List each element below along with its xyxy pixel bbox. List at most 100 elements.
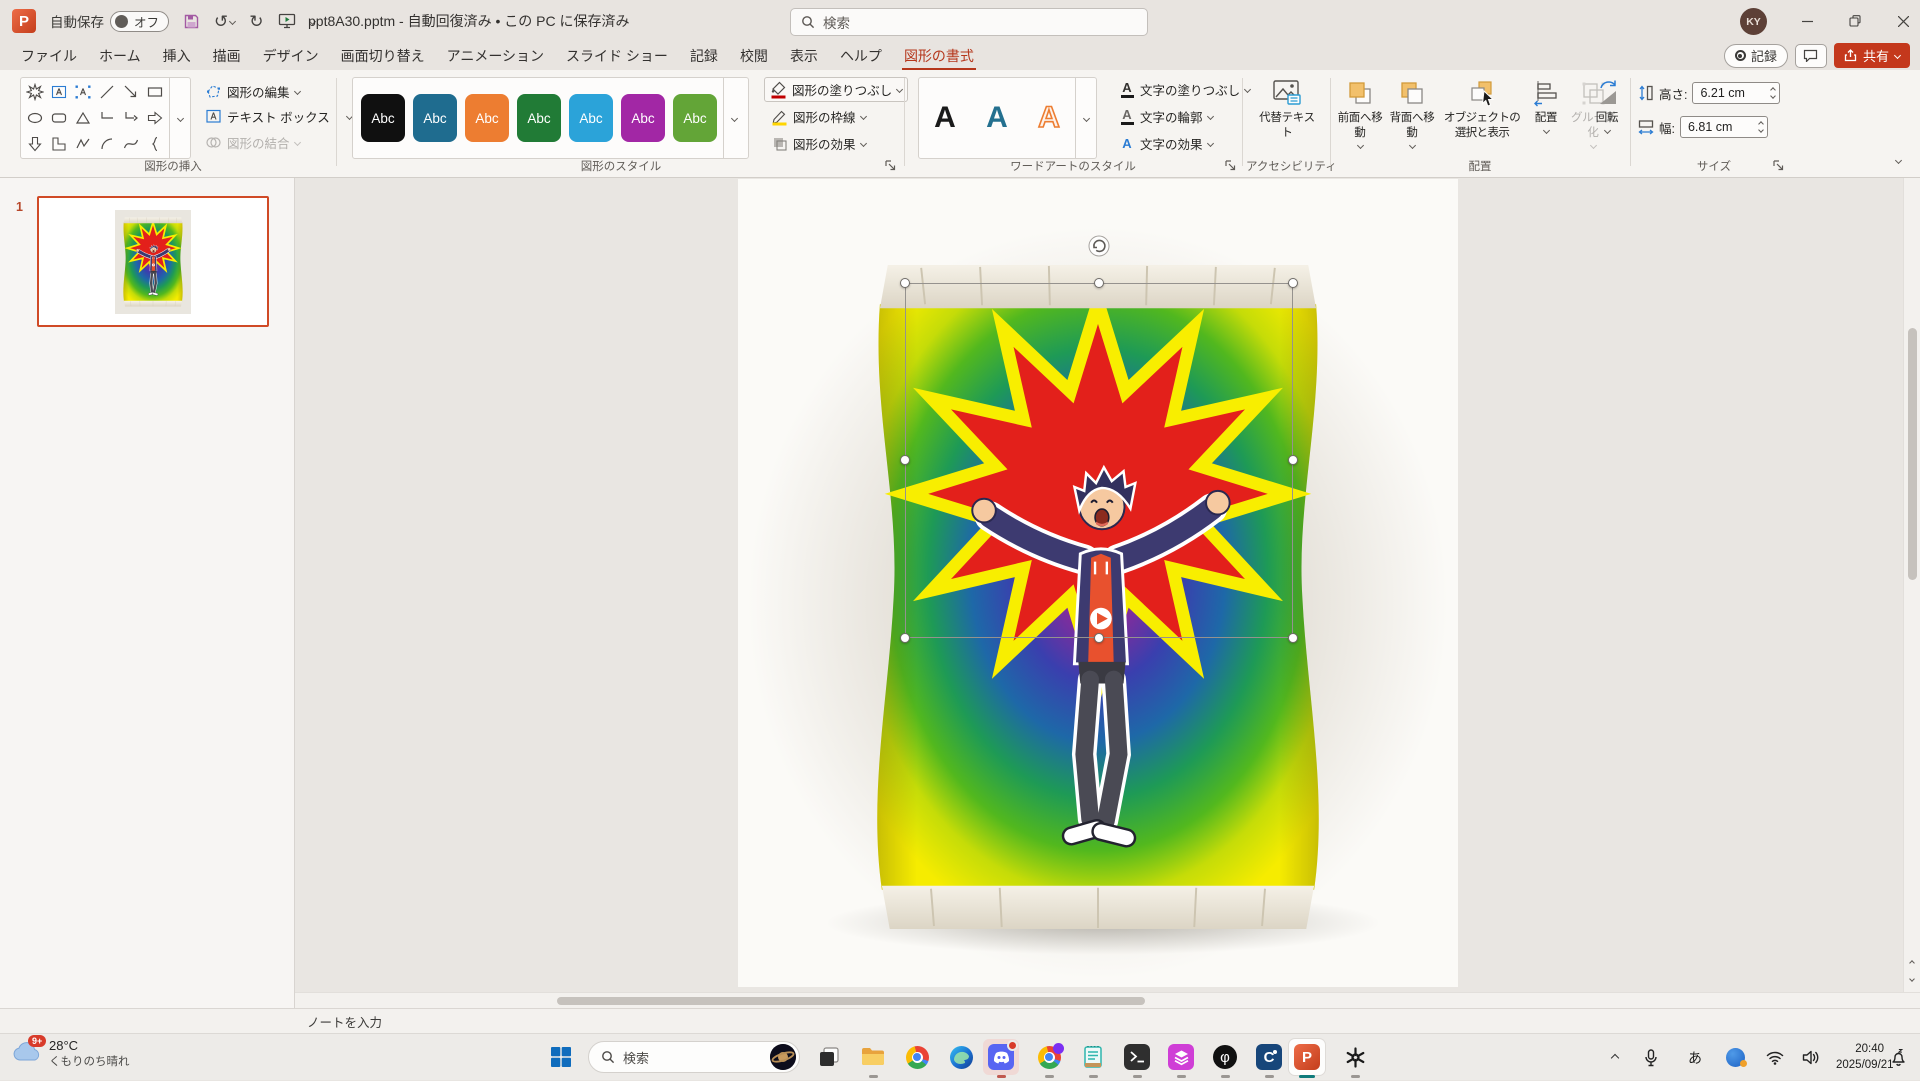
wifi-tray-icon[interactable]	[1766, 1034, 1784, 1081]
save-icon[interactable]	[183, 13, 200, 30]
edge-icon[interactable]	[946, 1042, 976, 1072]
shape-style-more-icon[interactable]	[723, 78, 744, 158]
undo-button[interactable]: ↺	[214, 13, 237, 30]
rotate-handle-icon[interactable]	[1087, 234, 1111, 258]
shape-style-swatch[interactable]: Abc	[569, 94, 613, 142]
wordart-style-outline[interactable]: A	[1023, 100, 1075, 135]
shape-left-brace-icon[interactable]	[143, 131, 167, 157]
shape-style-swatch[interactable]: Abc	[621, 94, 665, 142]
resize-handle-w[interactable]	[900, 455, 910, 465]
vertical-scroll-thumb[interactable]	[1908, 328, 1917, 580]
shape-starburst-icon[interactable]	[23, 79, 47, 105]
resize-handle-se[interactable]	[1288, 633, 1298, 643]
slide-thumbnail[interactable]	[37, 196, 269, 327]
next-slide-button[interactable]	[1905, 972, 1918, 985]
tab-record[interactable]: 記録	[679, 42, 729, 70]
close-button[interactable]	[1880, 0, 1920, 42]
chatgpt-icon[interactable]	[1340, 1042, 1370, 1078]
shape-outline-button[interactable]: 図形の枠線	[766, 104, 871, 129]
align-button[interactable]: 配置	[1527, 78, 1565, 134]
width-input[interactable]: 6.81 cm	[1679, 116, 1768, 138]
resize-handle-e[interactable]	[1288, 455, 1298, 465]
send-backward-button[interactable]: 背面へ移動	[1387, 78, 1437, 149]
wordart-style-blue[interactable]: A	[971, 101, 1023, 135]
shape-corner-icon[interactable]	[47, 131, 71, 157]
selection-rectangle[interactable]	[905, 283, 1293, 638]
slide-canvas[interactable]	[738, 179, 1458, 987]
shape-line-icon[interactable]	[95, 79, 119, 105]
start-button[interactable]	[546, 1042, 576, 1072]
taskbar-search-box[interactable]: 検索	[588, 1041, 800, 1073]
start-slideshow-icon[interactable]	[278, 13, 296, 29]
shape-gallery[interactable]	[20, 77, 191, 159]
weather-widget[interactable]: 9+ 28°C くもりのち晴れ	[12, 1035, 130, 1069]
shape-style-swatch[interactable]: Abc	[673, 94, 717, 142]
tab-insert[interactable]: 挿入	[152, 42, 202, 70]
c-launcher-icon[interactable]: C	[1254, 1042, 1284, 1078]
shape-down-arrow-icon[interactable]	[23, 131, 47, 157]
redo-button[interactable]: ↻	[249, 13, 263, 30]
wordart-more-icon[interactable]	[1075, 78, 1096, 158]
shape-right-arrow-icon[interactable]	[143, 105, 167, 131]
horizontal-scrollbar[interactable]	[295, 992, 1920, 1008]
shape-style-swatch[interactable]: Abc	[361, 94, 405, 142]
resize-handle-nw[interactable]	[900, 278, 910, 288]
autosave-toggle[interactable]: オフ	[110, 10, 170, 32]
tray-expand-button[interactable]	[1610, 1034, 1620, 1081]
collapse-ribbon-icon[interactable]	[1894, 156, 1903, 165]
horizontal-scroll-thumb[interactable]	[557, 997, 1145, 1005]
wordart-style-black[interactable]: A	[919, 101, 971, 135]
shape-fill-button[interactable]: 図形の塗りつぶし	[764, 77, 909, 102]
avatar[interactable]: KY	[1740, 8, 1767, 35]
previous-slide-button[interactable]	[1905, 956, 1918, 969]
vertical-scrollbar[interactable]	[1903, 178, 1920, 992]
tab-view[interactable]: 表示	[779, 42, 829, 70]
text-outline-button[interactable]: A 文字の輪郭	[1114, 104, 1218, 129]
shape-triangle-icon[interactable]	[71, 105, 95, 131]
chrome-profile-icon[interactable]	[1034, 1042, 1064, 1078]
tab-shape-format[interactable]: 図形の書式	[893, 42, 985, 70]
notification-bell-icon[interactable]	[1890, 1034, 1907, 1081]
rotate-button[interactable]: 回転	[1587, 78, 1627, 134]
comments-button[interactable]	[1794, 43, 1827, 68]
search-box[interactable]: 検索	[790, 8, 1148, 36]
tab-help[interactable]: ヘルプ	[829, 42, 893, 70]
shape-oval-icon[interactable]	[23, 105, 47, 131]
slide-editing-area[interactable]	[295, 178, 1920, 992]
height-input[interactable]: 6.21 cm	[1692, 82, 1781, 104]
minimize-button[interactable]	[1784, 0, 1830, 42]
clock[interactable]: 20:40 2025/09/21	[1836, 1042, 1894, 1073]
share-button[interactable]: 共有	[1833, 43, 1910, 68]
microphone-tray-icon[interactable]	[1644, 1034, 1658, 1081]
chrome-icon[interactable]	[902, 1042, 932, 1072]
resize-handle-ne[interactable]	[1288, 278, 1298, 288]
text-fill-button[interactable]: A 文字の塗りつぶし	[1114, 77, 1255, 102]
notepad-icon[interactable]	[1078, 1042, 1108, 1078]
edit-shape-button[interactable]: 図形の編集	[200, 79, 305, 104]
tab-transitions[interactable]: 画面切り替え	[330, 42, 436, 70]
blue-globe-app-tray-icon[interactable]	[1726, 1034, 1747, 1081]
shape-curve-icon[interactable]	[119, 131, 143, 157]
shape-freeform-icon[interactable]	[71, 131, 95, 157]
text-effects-button[interactable]: A 文字の効果	[1114, 131, 1218, 156]
shape-style-swatch[interactable]: Abc	[465, 94, 509, 142]
shape-style-swatch[interactable]: Abc	[517, 94, 561, 142]
tab-draw[interactable]: 描画	[202, 42, 252, 70]
resize-handle-n[interactable]	[1094, 278, 1104, 288]
shape-rounded-rectangle-icon[interactable]	[47, 105, 71, 131]
shape-elbow-arrow-connector-icon[interactable]	[119, 105, 143, 131]
shape-line-arrow-icon[interactable]	[119, 79, 143, 105]
shape-rectangle-icon[interactable]	[143, 79, 167, 105]
layers-app-icon[interactable]	[1166, 1042, 1196, 1078]
selection-pane-button[interactable]: オブジェクトの選択と表示	[1439, 78, 1525, 141]
tab-review[interactable]: 校閲	[729, 42, 779, 70]
task-view-button[interactable]	[814, 1042, 844, 1072]
powerpoint-app-icon[interactable]: P	[12, 9, 36, 33]
volume-tray-icon[interactable]	[1802, 1034, 1820, 1081]
tab-home[interactable]: ホーム	[88, 42, 152, 70]
phi-app-icon[interactable]: φ	[1210, 1042, 1240, 1078]
file-explorer-icon[interactable]	[858, 1042, 888, 1078]
ime-indicator[interactable]: あ	[1688, 1034, 1702, 1081]
merge-shapes-button[interactable]: 図形の結合	[200, 130, 305, 155]
tab-slideshow[interactable]: スライド ショー	[555, 42, 679, 70]
